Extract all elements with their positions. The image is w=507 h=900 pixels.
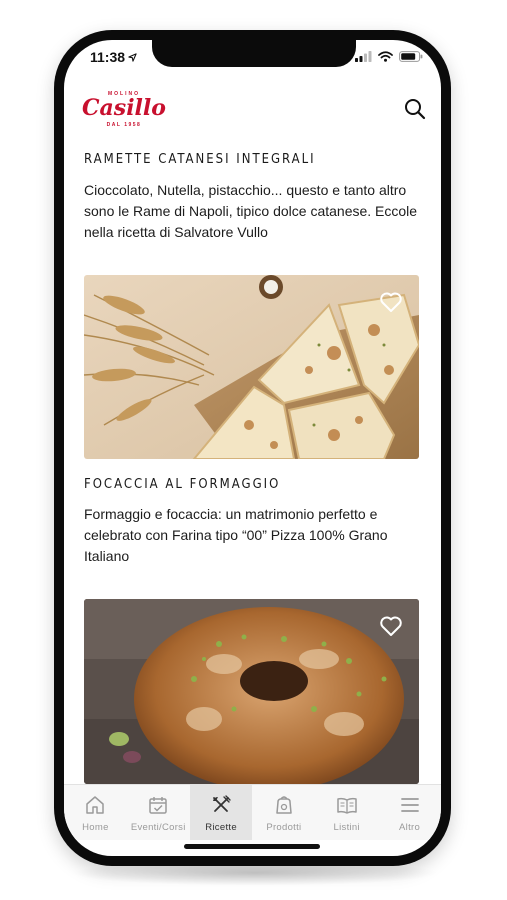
recipe-image-ciambella[interactable] [84, 599, 419, 784]
app-screen: 11:38 MOLINO Casillo DAL 1958 RAMETTE CA… [64, 40, 441, 856]
bottom-tab-bar: Home Eventi/Corsi Ricette Prodotti Listi… [64, 784, 441, 840]
battery-icon [399, 51, 423, 62]
casillo-logo[interactable]: MOLINO Casillo DAL 1958 [76, 88, 172, 132]
tab-label: Listini [333, 822, 360, 833]
status-time-text: 11:38 [90, 49, 126, 65]
location-arrow-icon [128, 52, 137, 62]
tab-listini[interactable]: Listini [315, 785, 378, 840]
focaccia-wheat-photo [84, 275, 419, 459]
tab-prodotti[interactable]: Prodotti [252, 785, 315, 840]
signal-bars-icon [355, 51, 372, 62]
heart-outline-icon[interactable] [379, 291, 403, 313]
status-icons [355, 51, 423, 62]
tab-altro[interactable]: Altro [378, 785, 441, 840]
heart-outline-icon[interactable] [379, 615, 403, 637]
tab-ricette[interactable]: Ricette [189, 785, 253, 840]
wifi-icon [378, 51, 393, 62]
recipe-title[interactable]: RAMETTE CATANESI INTEGRALI [84, 152, 316, 167]
recipe-image-focaccia[interactable] [84, 275, 419, 459]
tab-eventi-corsi[interactable]: Eventi/Corsi [127, 785, 190, 840]
ciambella-pistachio-photo [84, 599, 419, 784]
home-indicator[interactable] [184, 844, 320, 849]
menu-icon [400, 798, 419, 812]
tab-label: Prodotti [266, 822, 302, 833]
recipe-title[interactable]: FOCACCIA AL FORMAGGIO [84, 477, 280, 492]
status-time: 11:38 [90, 49, 137, 65]
search-icon[interactable] [403, 97, 427, 121]
home-icon [86, 796, 105, 814]
tab-label: Ricette [205, 822, 237, 833]
tab-home[interactable]: Home [64, 785, 127, 840]
logo-brand-text: Casillo [82, 95, 166, 121]
fork-knife-icon [213, 795, 231, 812]
recipe-description[interactable]: Formaggio e focaccia: un matrimonio perf… [84, 504, 424, 567]
bag-icon [276, 796, 292, 814]
recipe-description[interactable]: Cioccolato, Nutella, pistacchio... quest… [84, 180, 424, 243]
logo-bottom-text: DAL 1958 [107, 122, 142, 128]
book-open-icon [336, 797, 357, 814]
notch [152, 40, 356, 67]
tab-label: Home [82, 822, 109, 833]
tab-label: Altro [399, 822, 421, 833]
tab-label: Eventi/Corsi [130, 822, 186, 833]
calendar-check-icon [149, 797, 167, 814]
